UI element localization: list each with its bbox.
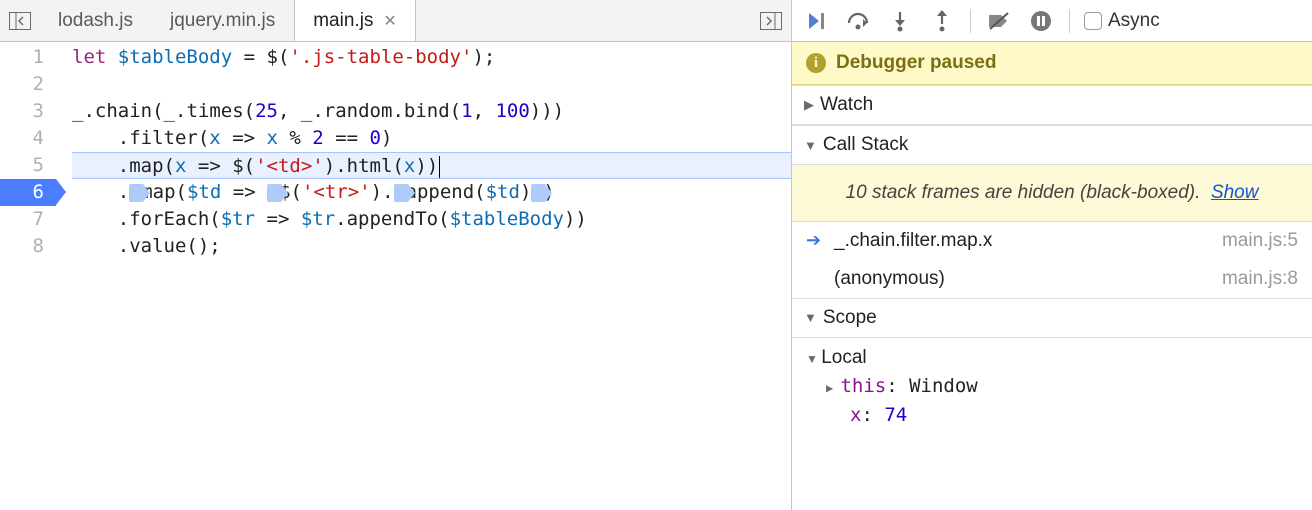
deactivate-breakpoints-button[interactable] [985, 7, 1013, 35]
scope-section-header[interactable]: ▼ Scope [792, 298, 1312, 338]
chevron-down-icon: ▼ [804, 138, 817, 153]
chevron-right-icon: ▶ [804, 97, 814, 113]
checkbox-icon [1084, 12, 1102, 30]
code-area[interactable]: let $tableBody = $('.js-table-body'); _.… [56, 42, 791, 510]
chevron-down-icon: ▼ [806, 352, 821, 366]
info-icon: i [806, 53, 826, 73]
step-out-button[interactable] [928, 7, 956, 35]
inline-step-marker[interactable] [129, 184, 143, 202]
hidden-frames-message: 10 stack frames are hidden (black-boxed)… [792, 165, 1312, 222]
stack-frame[interactable]: (anonymous) main.js:8 [792, 260, 1312, 298]
toggle-navigator-button[interactable] [0, 0, 40, 41]
resume-button[interactable] [802, 7, 830, 35]
inline-step-marker[interactable] [394, 184, 408, 202]
tab-main[interactable]: main.js ✕ [294, 0, 416, 41]
pause-on-exceptions-button[interactable] [1027, 7, 1055, 35]
debugger-paused-banner: i Debugger paused [792, 42, 1312, 85]
stack-frame-source[interactable]: main.js:5 [1222, 230, 1298, 252]
step-over-button[interactable] [844, 7, 872, 35]
breakpoint-marker[interactable]: 6 [0, 179, 56, 206]
close-tab-icon[interactable]: ✕ [383, 11, 396, 31]
chevron-down-icon: ▼ [804, 310, 817, 325]
stack-frame[interactable]: ➔ _.chain.filter.map.x main.js:5 [792, 222, 1312, 260]
debugger-toolbar: Async [792, 0, 1312, 42]
chevron-right-icon: ▶ [826, 381, 840, 395]
inline-step-marker[interactable] [531, 184, 545, 202]
scope-body: ▼ Local ▶ this: Window x: 74 [792, 338, 1312, 440]
editor-tabbar: lodash.js jquery.min.js main.js ✕ [0, 0, 791, 42]
watch-section-header[interactable]: ▶ Watch [792, 85, 1312, 125]
tab-lodash[interactable]: lodash.js [40, 0, 152, 41]
stack-frame-source[interactable]: main.js:8 [1222, 268, 1298, 290]
scope-variable-x[interactable]: x: 74 [806, 401, 1298, 430]
scope-local[interactable]: ▼ Local [806, 344, 1298, 373]
execution-line: .map(x => $('<td>').html(x)) [72, 152, 791, 179]
async-checkbox[interactable]: Async [1084, 10, 1160, 32]
step-into-button[interactable] [886, 7, 914, 35]
toggle-details-button[interactable] [751, 0, 791, 41]
current-frame-arrow-icon: ➔ [806, 230, 824, 251]
source-editor[interactable]: 1 2 3 4 5 6 7 8 let $tableBody = $('.js-… [0, 42, 791, 510]
callstack-section-header[interactable]: ▼ Call Stack [792, 125, 1312, 165]
show-hidden-frames-link[interactable]: Show [1211, 182, 1259, 203]
tab-jquery[interactable]: jquery.min.js [152, 0, 294, 41]
inline-step-marker[interactable] [267, 184, 281, 202]
scope-this[interactable]: ▶ this: Window [806, 372, 1298, 401]
line-gutter: 1 2 3 4 5 6 7 8 [0, 42, 56, 510]
